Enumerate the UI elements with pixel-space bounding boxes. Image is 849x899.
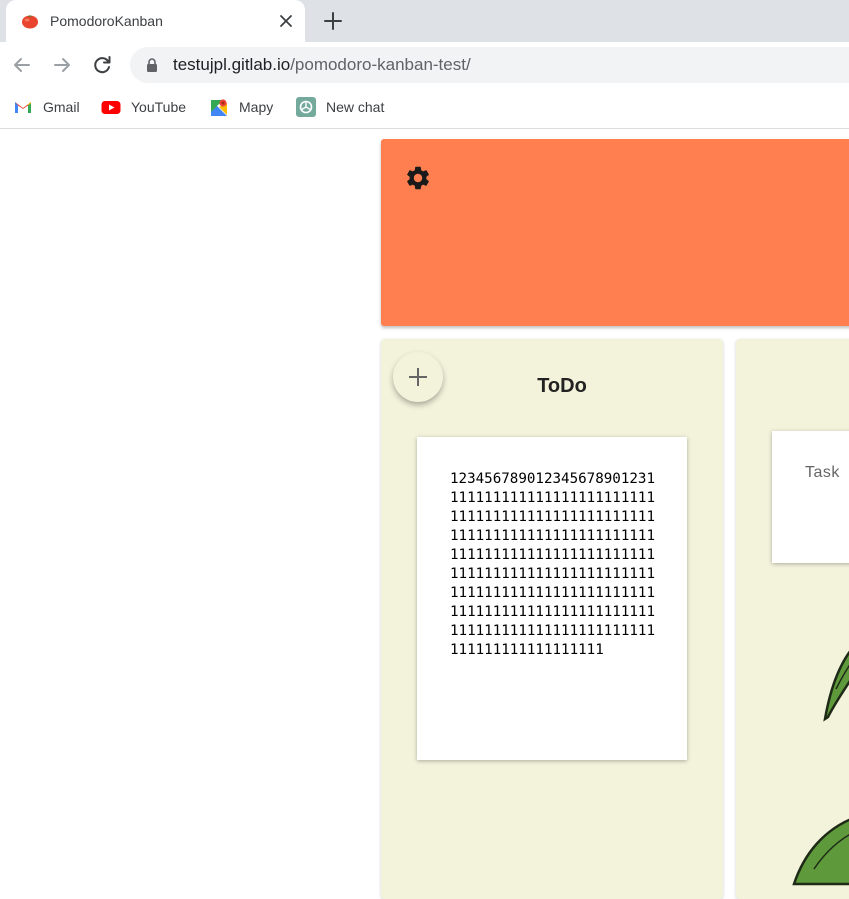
bookmark-label: New chat xyxy=(326,99,385,115)
url-host: testujpl.gitlab.io xyxy=(173,55,291,74)
bookmark-new-chat[interactable]: New chat xyxy=(296,96,384,118)
tab-title: PomodoroKanban xyxy=(50,13,163,29)
tab-strip: PomodoroKanban xyxy=(0,0,849,42)
chatgpt-icon xyxy=(296,97,316,117)
column-todo: ToDo 12345678901234567890123111111111111… xyxy=(381,339,723,899)
tomato-icon xyxy=(22,15,38,29)
maps-icon xyxy=(211,99,227,116)
bookmark-label: Mapy xyxy=(239,99,274,115)
url-text[interactable]: testujpl.gitlab.io/pomodoro-kanban-test/ xyxy=(173,55,471,75)
column-title: ToDo xyxy=(537,375,587,397)
gmail-icon xyxy=(15,102,31,113)
bookmark-maps[interactable]: Mapy xyxy=(209,96,273,118)
plant-illustration xyxy=(792,650,849,886)
bookmark-gmail[interactable]: Gmail xyxy=(13,96,80,118)
bookmarks-bar: Gmail YouTube Mapy New chat xyxy=(0,88,849,129)
bookmark-youtube[interactable]: YouTube xyxy=(101,96,186,118)
reload-icon[interactable] xyxy=(89,52,115,78)
close-tab-icon[interactable] xyxy=(276,11,296,31)
task-card[interactable]: 1234567890123456789012311111111111111111… xyxy=(417,437,687,760)
task-card-text: 1234567890123456789012311111111111111111… xyxy=(450,471,655,658)
forward-icon[interactable] xyxy=(49,52,75,78)
gear-icon[interactable] xyxy=(404,164,432,192)
back-icon[interactable] xyxy=(9,52,35,78)
browser-tab[interactable]: PomodoroKanban xyxy=(6,0,305,42)
address-bar[interactable]: testujpl.gitlab.io/pomodoro-kanban-test/ xyxy=(130,47,849,83)
youtube-icon xyxy=(101,101,121,114)
lock-icon[interactable] xyxy=(146,58,158,72)
bookmark-label: YouTube xyxy=(131,99,187,115)
new-tab-icon[interactable] xyxy=(322,10,344,32)
bookmark-label: Gmail xyxy=(43,99,80,115)
app-header xyxy=(381,139,849,326)
column-second: Task xyxy=(736,339,849,899)
browser-toolbar: testujpl.gitlab.io/pomodoro-kanban-test/ xyxy=(0,42,849,88)
url-path: /pomodoro-kanban-test/ xyxy=(290,55,471,74)
